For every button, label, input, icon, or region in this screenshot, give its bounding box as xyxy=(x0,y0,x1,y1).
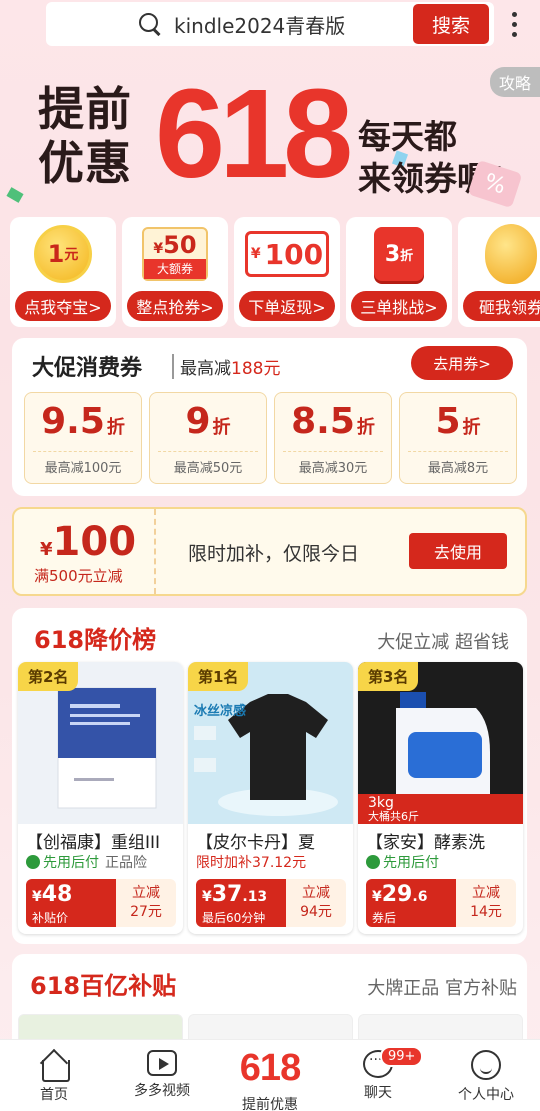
nav-label: 个人中心 xyxy=(458,1087,514,1103)
golden-egg-icon xyxy=(485,224,537,284)
coupons-subtitle: 最高减188元 xyxy=(172,354,280,379)
product-note: 限时加补37.12元 xyxy=(196,855,307,871)
bonus-amount-block: ¥100 满500元立减 xyxy=(14,509,156,594)
quick-item-label: 下单返现> xyxy=(239,291,335,321)
banner-left-line1: 提前 xyxy=(38,82,132,136)
bonus-use-button[interactable]: 去使用 xyxy=(409,533,507,569)
banner-618: 618 xyxy=(155,63,353,204)
nav-video[interactable]: 多多视频 xyxy=(108,1040,216,1111)
home-icon xyxy=(38,1050,70,1082)
bonus-text: 限时加补，仅限今日 xyxy=(188,543,360,565)
product-name: 【家安】酵素洗 xyxy=(366,833,485,853)
coupon-tag-icon: ¥50 大额券 xyxy=(142,227,208,281)
nav-label: 多多视频 xyxy=(134,1083,190,1099)
quick-item-label: 三单挑战> xyxy=(351,291,447,321)
quick-item-challenge[interactable]: 3折 三单挑战> xyxy=(346,217,452,327)
banner-left-line2: 优惠 xyxy=(38,136,132,190)
use-coupons-button[interactable]: 去用券> xyxy=(411,346,513,380)
coupon-item[interactable]: 5折 最高减8元 xyxy=(399,392,517,484)
nav-label: 聊天 xyxy=(364,1085,392,1101)
promo-618-icon: 618 xyxy=(239,1047,301,1089)
cash-tag-icon: ¥100 xyxy=(245,231,329,277)
product-card[interactable]: 3kg 大桶共6斤 第3名 【家安】酵素洗 先用后付 ¥29.6 券后 立减 14元 xyxy=(358,662,523,934)
tshirt-tag-text: 冰丝凉感 xyxy=(194,704,247,719)
more-menu-icon[interactable] xyxy=(512,12,518,38)
unread-badge: 99+ xyxy=(380,1046,424,1067)
subsidy-title: 618百亿补贴 xyxy=(30,972,177,1000)
nav-promo[interactable]: 618 提前优惠 xyxy=(216,1040,324,1111)
coupon-item[interactable]: 8.5 折 最高减30元 xyxy=(274,392,392,484)
quick-entries: 1元 点我夺宝> ¥50 大额券 整点抢券> ¥100 下单返现> 3折 三单挑战… xyxy=(10,217,540,329)
discount-tag-icon: 3折 xyxy=(374,227,424,281)
nav-home[interactable]: 首页 xyxy=(0,1040,108,1111)
quick-item-cashback[interactable]: ¥100 下单返现> xyxy=(234,217,340,327)
confetti-decoration xyxy=(6,187,24,203)
search-bar[interactable]: kindle2024青春版 搜索 xyxy=(46,2,494,46)
search-input[interactable]: kindle2024青春版 xyxy=(174,10,345,39)
price-block: ¥29.6 券后 立减 14元 xyxy=(366,879,516,927)
coupons-title: 大促消费券 xyxy=(32,356,143,381)
rank-badge: 第1名 xyxy=(188,662,249,691)
nav-chat[interactable]: 99+ 聊天 xyxy=(324,1040,432,1111)
banner-right-line1: 每天都 xyxy=(358,117,457,156)
promo-banner[interactable]: 提前 优惠 618 每天都 来领券喔! % xyxy=(0,60,540,210)
product-note: 先用后付 正品险 xyxy=(26,852,147,872)
product-card[interactable]: 冰丝凉感 第1名 【皮尔卡丹】夏 限时加补37.12元 ¥37.13 最后60分钟… xyxy=(188,662,353,934)
price-block: ¥37.13 最后60分钟 立减 94元 xyxy=(196,879,346,927)
price-drop-ranking: 618降价榜 大促立减 超省钱 第2名 【创福康】重组III 先用后付 正品险 ¥… xyxy=(12,608,527,944)
nav-label: 首页 xyxy=(40,1087,68,1103)
guide-tab[interactable]: 攻略 xyxy=(490,67,540,97)
product-name: 【创福康】重组III xyxy=(26,833,161,853)
price-block: ¥48 补贴价 立减 27元 xyxy=(26,879,176,927)
quick-item-treasure[interactable]: 1元 点我夺宝> xyxy=(10,217,116,327)
pay-later-icon xyxy=(366,855,380,869)
detergent-weight-text: 3kg 大桶共6斤 xyxy=(368,795,419,823)
ranking-title: 618降价榜 xyxy=(34,626,157,654)
rank-badge: 第2名 xyxy=(18,662,79,691)
bottom-nav: 首页 多多视频 618 提前优惠 99+ 聊天 个人中心 xyxy=(0,1039,540,1111)
quick-item-egg[interactable]: 砸我领券 xyxy=(458,217,540,327)
search-button[interactable]: 搜索 xyxy=(413,4,489,44)
nav-label: 提前优惠 xyxy=(242,1097,298,1111)
rank-badge: 第3名 xyxy=(358,662,419,691)
coupon-item[interactable]: 9折 最高减50元 xyxy=(149,392,267,484)
video-icon xyxy=(147,1050,177,1076)
bonus-coupon-strip[interactable]: ¥100 满500元立减 限时加补，仅限今日 去使用 xyxy=(12,507,527,596)
product-card[interactable]: 第2名 【创福康】重组III 先用后付 正品险 ¥48 补贴价 立减 27元 xyxy=(18,662,183,934)
quick-item-label: 砸我领券 xyxy=(463,291,540,321)
quick-item-label: 点我夺宝> xyxy=(15,291,111,321)
nav-profile[interactable]: 个人中心 xyxy=(432,1040,540,1111)
pay-later-icon xyxy=(26,855,40,869)
product-note: 先用后付 xyxy=(366,852,439,872)
ranking-subtitle[interactable]: 大促立减 超省钱 xyxy=(377,628,509,654)
coin-icon: 1元 xyxy=(34,225,92,283)
promo-coupons-card: 大促消费券 最高减188元 去用券> 9.5 折 最高减100元 9折 最高减50… xyxy=(12,338,527,496)
product-name: 【皮尔卡丹】夏 xyxy=(196,833,315,853)
quick-item-coupon[interactable]: ¥50 大额券 整点抢券> xyxy=(122,217,228,327)
search-icon xyxy=(138,12,162,36)
subsidy-subtitle[interactable]: 大牌正品 官方补贴 xyxy=(367,974,517,1000)
top-bar: kindle2024青春版 搜索 xyxy=(0,0,540,50)
banner-left-title: 提前 优惠 xyxy=(38,82,132,190)
coupon-item[interactable]: 9.5 折 最高减100元 xyxy=(24,392,142,484)
quick-item-label: 整点抢券> xyxy=(127,291,223,321)
profile-icon xyxy=(471,1050,501,1080)
percent-coupon-icon: % xyxy=(467,159,523,209)
